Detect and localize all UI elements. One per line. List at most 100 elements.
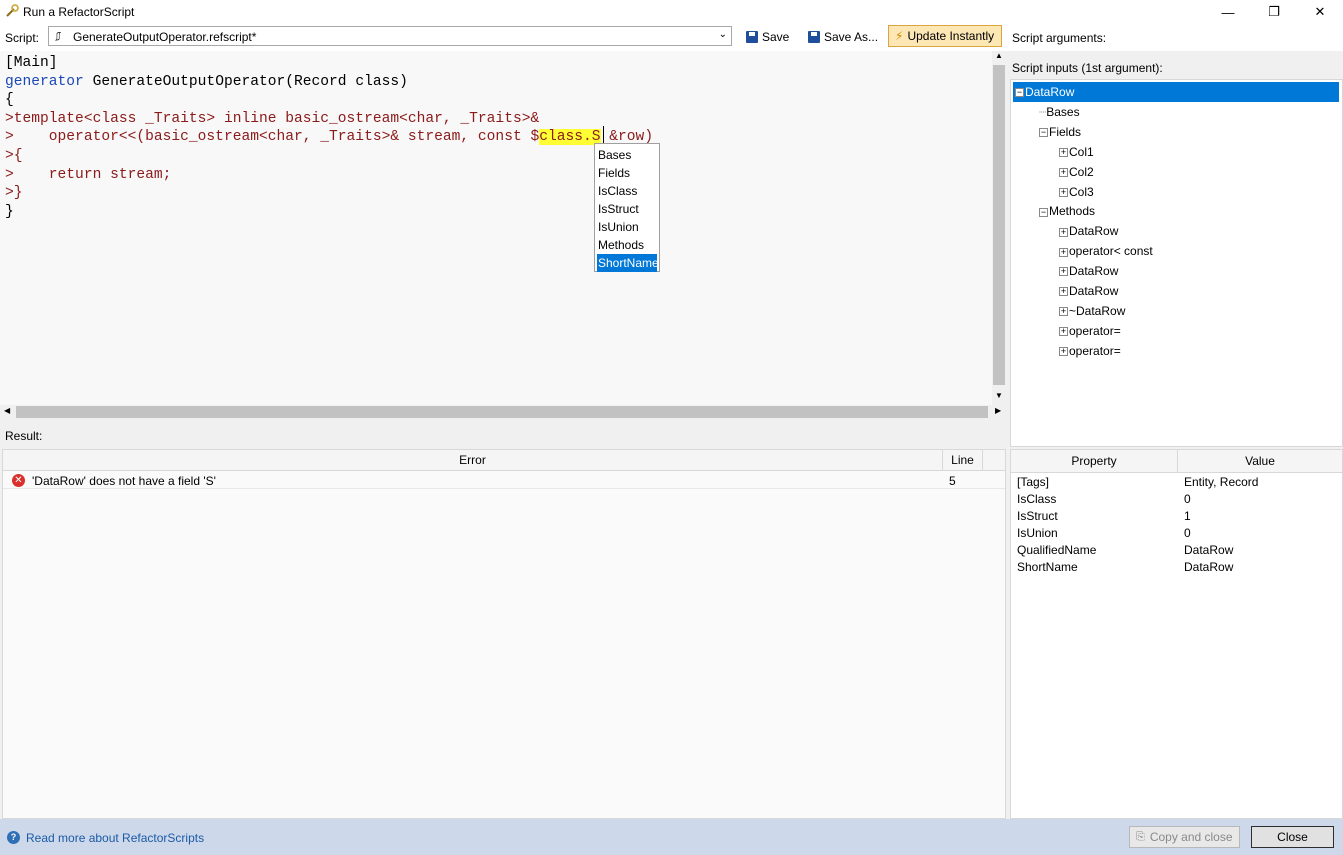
tree-node-label: Col2 <box>1069 164 1094 179</box>
save-as-button[interactable]: Save As... <box>805 26 881 47</box>
tree-node[interactable]: + ~DataRow <box>1059 301 1125 321</box>
completion-item[interactable]: IsStruct <box>597 200 657 218</box>
expand-icon[interactable]: + <box>1059 247 1068 257</box>
tree-node[interactable]: + operator= <box>1059 321 1121 341</box>
expand-icon[interactable]: + <box>1059 187 1068 197</box>
close-button[interactable]: Close <box>1251 826 1334 848</box>
code-token: > return stream; <box>5 166 172 183</box>
restore-button[interactable]: ❐ <box>1251 0 1297 24</box>
tree-node-label: DataRow <box>1025 85 1075 99</box>
expand-icon[interactable]: + <box>1059 307 1068 317</box>
code-token: { <box>5 92 14 109</box>
editor-horizontal-scroll-thumb[interactable] <box>16 406 988 418</box>
tree-node-label: DataRow <box>1069 224 1119 239</box>
expand-icon[interactable]: + <box>1059 287 1068 297</box>
completion-item[interactable]: ShortName <box>597 254 659 272</box>
help-link[interactable]: Read more about RefactorScripts <box>26 831 204 845</box>
script-dropdown[interactable]: ⎎ GenerateOutputOperator.refscript* ⌄ <box>48 26 732 46</box>
tree-node[interactable]: + DataRow <box>1059 281 1118 301</box>
error-row[interactable]: ✕ 'DataRow' does not have a field 'S' 5 <box>3 472 1005 489</box>
expand-icon[interactable]: + <box>1059 227 1068 237</box>
code-line: > return stream; <box>5 166 171 185</box>
text-caret <box>603 126 604 143</box>
tree-node-label: Bases <box>1046 104 1080 119</box>
code-token: GenerateOutputOperator(Record class) <box>83 73 408 90</box>
completion-item[interactable]: Bases <box>597 146 657 164</box>
tree-node[interactable]: − DataRow <box>1013 82 1339 102</box>
code-token: [Main] <box>5 55 58 71</box>
window-title: Run a RefactorScript <box>23 5 135 19</box>
editor-vertical-scroll-thumb[interactable] <box>993 65 1005 385</box>
property-value: Entity, Record <box>1184 475 1259 489</box>
completion-item[interactable]: Methods <box>597 236 657 254</box>
tree-node[interactable]: + operator= <box>1059 341 1121 361</box>
script-inputs-label: Script inputs (1st argument): <box>1012 61 1163 75</box>
code-line: [Main] <box>5 54 58 73</box>
copy-and-close-button[interactable]: ⎘ Copy and close <box>1129 826 1240 848</box>
property-value: DataRow <box>1184 543 1234 557</box>
code-editor[interactable]: [Main] generator GenerateOutputOperator(R… <box>0 51 992 405</box>
scroll-up-icon[interactable]: ▲ <box>995 51 1003 60</box>
expand-icon[interactable]: + <box>1059 267 1068 277</box>
save-as-button-label: Save As... <box>824 29 879 44</box>
inputs-tree[interactable]: − DataRow ┈Bases − Fields + Col1 + Col2 + Col3− Met… <box>1010 79 1343 447</box>
error-list-header: Error Line <box>3 450 1005 471</box>
completion-item[interactable]: IsClass <box>597 182 657 200</box>
completion-item[interactable]: IsUnion <box>597 218 657 236</box>
scroll-left-icon[interactable]: ◀ <box>4 406 10 415</box>
property-row[interactable]: ShortName DataRow <box>1011 559 1342 576</box>
tree-node[interactable]: + Col3 <box>1059 182 1094 202</box>
code-line: generator GenerateOutputOperator(Record … <box>5 73 408 92</box>
property-row[interactable]: QualifiedName DataRow <box>1011 542 1342 559</box>
property-value: 1 <box>1184 509 1191 523</box>
tree-node[interactable]: + DataRow <box>1059 261 1118 281</box>
tree-node[interactable]: + Col2 <box>1059 162 1094 182</box>
collapse-icon[interactable]: − <box>1015 88 1024 98</box>
chevron-down-icon: ⌄ <box>718 29 727 40</box>
tree-node-label: operator= <box>1069 343 1121 358</box>
tree-node-label: DataRow <box>1069 284 1119 298</box>
tree-node[interactable]: + Col1 <box>1059 142 1094 162</box>
tree-node[interactable]: − Fields <box>1039 122 1081 142</box>
column-header-line[interactable]: Line <box>943 450 983 471</box>
property-row[interactable]: [Tags] Entity, Record <box>1011 474 1342 491</box>
tree-node[interactable]: ┈Bases <box>1039 102 1080 122</box>
column-header-value[interactable]: Value <box>1178 450 1342 473</box>
property-row[interactable]: IsUnion 0 <box>1011 525 1342 542</box>
tree-node[interactable]: − Methods <box>1039 201 1095 221</box>
tree-node[interactable]: + operator< const <box>1059 241 1153 261</box>
tree-node[interactable]: + DataRow <box>1059 221 1118 241</box>
collapse-icon[interactable]: − <box>1039 128 1048 138</box>
expand-icon[interactable]: + <box>1059 148 1068 158</box>
scroll-right-icon[interactable]: ▶ <box>995 406 1001 415</box>
expand-icon[interactable]: + <box>1059 327 1068 337</box>
scroll-down-icon[interactable]: ▼ <box>995 391 1003 400</box>
expand-icon[interactable]: + <box>1059 167 1068 177</box>
property-row[interactable]: IsClass 0 <box>1011 491 1342 508</box>
property-grid: Property Value [Tags] Entity, Record IsCla… <box>1010 449 1343 819</box>
expand-icon[interactable]: + <box>1059 347 1068 357</box>
save-button-label: Save <box>762 29 790 44</box>
property-name: IsUnion <box>1017 526 1058 540</box>
code-token: >{ <box>5 148 23 164</box>
help-icon[interactable]: ? <box>7 831 20 844</box>
error-list: Error Line ✕ 'DataRow' does not have a f… <box>2 449 1006 819</box>
highlighted-token: class.S <box>539 129 601 146</box>
completion-item[interactable]: Fields <box>597 164 657 182</box>
save-button[interactable]: Save <box>743 26 792 47</box>
column-header-property[interactable]: Property <box>1011 450 1178 473</box>
code-line: { <box>5 91 14 110</box>
tree-node-label: Col3 <box>1069 184 1094 199</box>
tree-node-label: Fields <box>1049 124 1082 139</box>
column-header-error[interactable]: Error <box>3 450 943 471</box>
tree-node-label: operator= <box>1069 323 1121 338</box>
collapse-icon[interactable]: − <box>1039 207 1048 217</box>
minimize-button[interactable]: — <box>1205 0 1251 24</box>
update-instantly-toggle[interactable]: ⚡ Update Instantly <box>888 25 1002 47</box>
property-row[interactable]: IsStruct 1 <box>1011 508 1342 525</box>
script-arguments-label: Script arguments: <box>1012 31 1107 45</box>
tree-node-label: DataRow <box>1069 264 1119 279</box>
lightning-icon: ⚡ <box>895 29 904 43</box>
copy-icon: ⎘ <box>1136 830 1145 843</box>
close-window-button[interactable]: ✕ <box>1297 0 1343 24</box>
